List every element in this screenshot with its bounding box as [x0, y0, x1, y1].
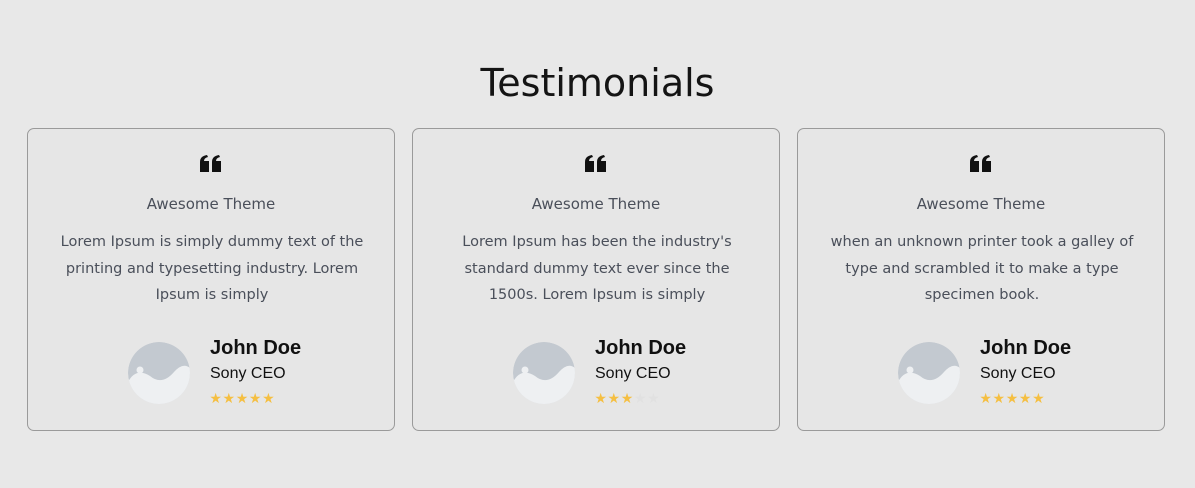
testimonial-card: Awesome Theme when an unknown printer to…	[797, 128, 1165, 431]
testimonial-theme: Awesome Theme	[916, 195, 1046, 213]
star-filled-icon: ★	[222, 391, 236, 407]
star-filled-icon: ★	[209, 391, 222, 407]
person-name: John Doe	[980, 337, 1072, 359]
person-role: Sony CEO	[980, 365, 1056, 382]
star-filled-icon: ★	[248, 391, 262, 407]
testimonial-card: Awesome Theme Lorem Ipsum is simply dumm…	[27, 128, 395, 431]
testimonial-card: Awesome Theme Lorem Ipsum has been the i…	[412, 128, 780, 431]
star-empty-icon: ★	[647, 391, 660, 407]
star-filled-icon: ★	[262, 391, 275, 407]
star-rating: ★★★★★	[594, 391, 660, 407]
testimonial-theme: Awesome Theme	[146, 195, 276, 213]
star-filled-icon: ★	[607, 391, 621, 407]
star-filled-icon: ★	[1032, 391, 1045, 407]
avatar	[898, 342, 960, 404]
quote-icon	[798, 155, 1164, 175]
testimonial-text: Lorem Ipsum is simply dummy text of the …	[60, 234, 364, 303]
section-title: Testimonials	[480, 61, 715, 105]
testimonial-text: Lorem Ipsum has been the industry's stan…	[462, 234, 732, 303]
person-role: Sony CEO	[595, 365, 671, 382]
testimonial-theme: Awesome Theme	[531, 195, 661, 213]
avatar	[128, 342, 190, 404]
star-filled-icon: ★	[620, 391, 634, 407]
star-filled-icon: ★	[992, 391, 1006, 407]
person-role: Sony CEO	[210, 365, 286, 382]
star-rating: ★★★★★	[209, 391, 275, 407]
person-name: John Doe	[595, 337, 687, 359]
star-filled-icon: ★	[1005, 391, 1019, 407]
testimonial-text: when an unknown printer took a galley of…	[830, 234, 1134, 303]
quote-icon	[413, 155, 779, 175]
star-empty-icon: ★	[633, 391, 647, 407]
star-filled-icon: ★	[594, 391, 607, 407]
person-name: John Doe	[210, 337, 302, 359]
star-filled-icon: ★	[235, 391, 249, 407]
star-rating: ★★★★★	[979, 391, 1045, 407]
star-filled-icon: ★	[979, 391, 992, 407]
star-filled-icon: ★	[1018, 391, 1032, 407]
avatar	[513, 342, 575, 404]
quote-icon	[28, 155, 394, 175]
